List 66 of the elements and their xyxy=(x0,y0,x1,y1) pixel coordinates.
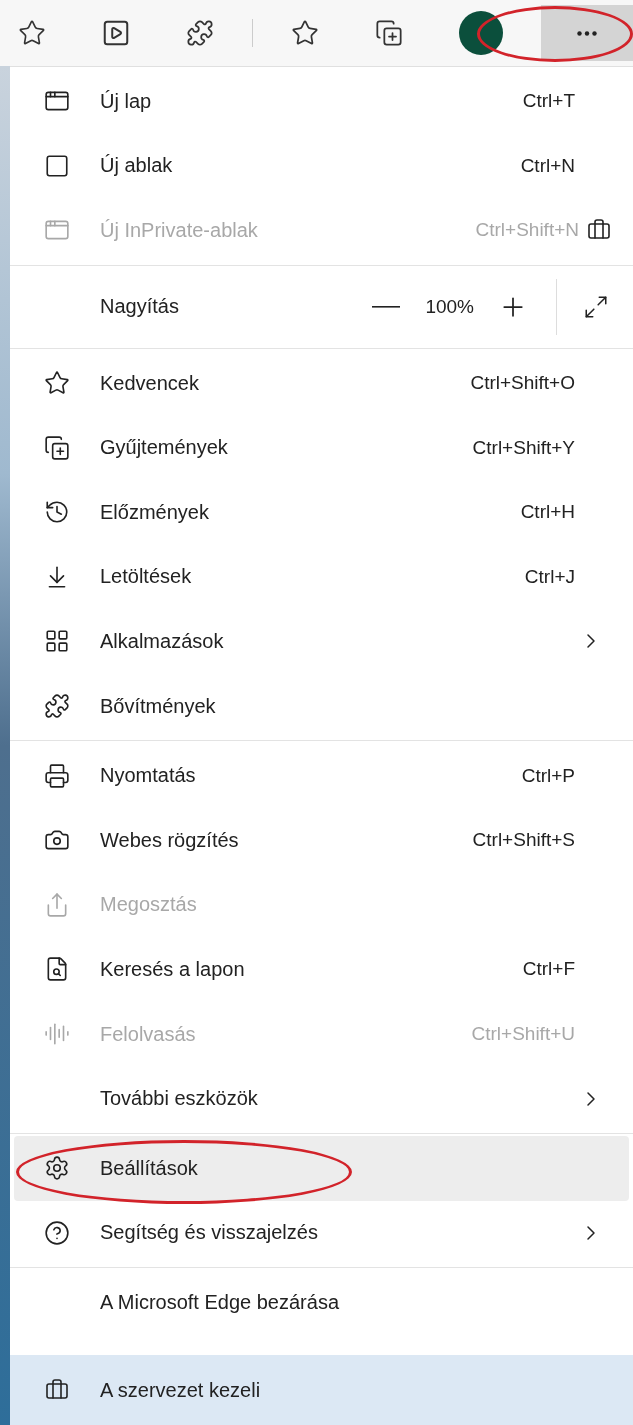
menu-item[interactable]: Kedvencek Ctrl+Shift+O xyxy=(14,350,629,416)
briefcase-icon xyxy=(45,1378,69,1402)
menu-item[interactable]: Letöltések Ctrl+J xyxy=(14,544,629,610)
shortcut-text: Ctrl+H xyxy=(519,501,575,524)
read-aloud-icon xyxy=(44,1021,70,1047)
footer-label: A szervezet kezeli xyxy=(100,1378,261,1402)
shortcut-text: Ctrl+N xyxy=(519,154,575,177)
shortcut-text: Ctrl+Shift+U xyxy=(470,1023,575,1045)
zoom-label: Nagyítás xyxy=(100,295,180,319)
shortcut-text: Ctrl+Shift+N xyxy=(474,219,579,242)
menu-item-label: Gyűjtemények xyxy=(100,436,229,460)
menu-item[interactable]: Webes rögzítés Ctrl+Shift+S xyxy=(14,807,629,873)
collections-icon xyxy=(375,19,403,47)
menu-item-label: Előzmények xyxy=(100,500,210,524)
shortcut-text: Ctrl+Shift+Y xyxy=(471,436,575,459)
more-button[interactable] xyxy=(541,5,633,61)
shortcut-text: Ctrl+P xyxy=(520,764,575,787)
menu-item-label: Beállítások xyxy=(100,1156,199,1180)
menu-item[interactable]: Új ablak Ctrl+N xyxy=(14,133,629,199)
menu-item-label: A Microsoft Edge bezárása xyxy=(100,1290,340,1314)
shortcut-text: Ctrl+T xyxy=(521,90,575,113)
menu-item-label: Keresés a lapon xyxy=(100,957,246,981)
collections-icon xyxy=(44,434,70,461)
menu-item-label: Új ablak xyxy=(100,154,174,178)
menu-item[interactable]: Keresés a lapon Ctrl+F xyxy=(14,937,629,1002)
favorites-icon xyxy=(44,370,70,397)
menu-item[interactable]: További eszközök xyxy=(14,1066,629,1131)
menu-item[interactable]: Bővítmények xyxy=(14,673,629,739)
more-icon xyxy=(577,30,597,36)
menu-item[interactable]: Előzmények Ctrl+H xyxy=(14,479,629,545)
apps-icon xyxy=(44,628,70,655)
menu-item[interactable]: Segítség és visszajelzés xyxy=(14,1200,629,1266)
menu-item[interactable]: Nyomtatás Ctrl+P xyxy=(14,743,629,808)
menu-item-label: Kedvencek xyxy=(100,371,200,395)
settings-icon xyxy=(44,1155,70,1182)
menu-item[interactable]: Beállítások xyxy=(14,1135,629,1201)
menu-item-label: Webes rögzítés xyxy=(100,828,240,852)
shortcut-text: Ctrl+F xyxy=(521,958,575,981)
printer-icon xyxy=(44,762,70,789)
favorites-icon xyxy=(291,19,319,47)
menu-item-label: Letöltések xyxy=(100,565,193,589)
menu-item-label: Alkalmazások xyxy=(100,629,225,653)
minus-icon xyxy=(372,305,401,308)
expand-icon xyxy=(583,293,609,320)
menu-item-label: További eszközök xyxy=(100,1087,259,1111)
menu-item[interactable]: Gyűjtemények Ctrl+Shift+Y xyxy=(14,415,629,480)
menu-item-label: Felolvasás xyxy=(100,1022,197,1046)
shortcut-text: Ctrl+Shift+O xyxy=(469,372,575,395)
menu-item[interactable]: Új lap Ctrl+T xyxy=(14,69,629,134)
avatar xyxy=(459,11,503,55)
menu-item-label: Nyomtatás xyxy=(100,764,197,788)
help-icon xyxy=(44,1219,70,1246)
puzzle-icon xyxy=(186,19,214,47)
puzzle-icon xyxy=(44,693,70,720)
menu-item[interactable]: A Microsoft Edge bezárása xyxy=(14,1270,629,1335)
menu-item-label: Új InPrivate-ablak xyxy=(100,219,259,242)
window-icon xyxy=(44,152,70,179)
shortcut-text: Ctrl+J xyxy=(523,565,575,588)
menu-item-label: Új lap xyxy=(100,89,153,113)
menu-item-label: Segítség és visszajelzés xyxy=(100,1221,319,1245)
menu-item-label: Megosztás xyxy=(100,893,198,917)
app-icon xyxy=(101,18,131,48)
menu-item-label: Bővítmények xyxy=(100,694,217,718)
menu-item[interactable]: Alkalmazások xyxy=(14,609,629,674)
shortcut-text: Ctrl+Shift+S xyxy=(471,829,575,852)
zoom-value: 100% xyxy=(425,295,474,318)
